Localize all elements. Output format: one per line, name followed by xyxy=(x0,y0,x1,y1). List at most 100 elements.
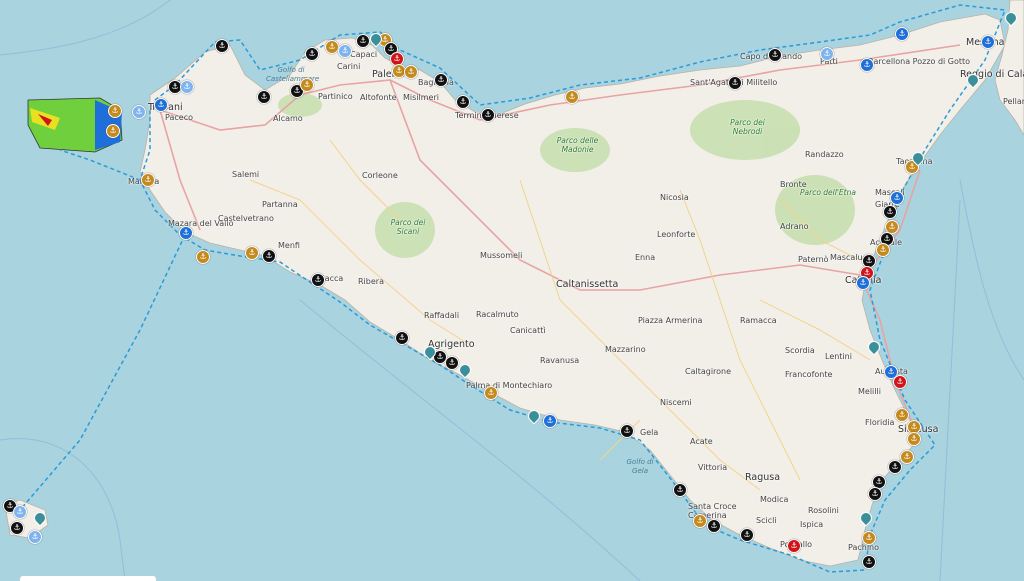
attribution-bar xyxy=(20,576,156,581)
place-label: Ramacca xyxy=(740,316,777,325)
place-label: Caltagirone xyxy=(685,367,732,376)
place-label: Canicattì xyxy=(510,326,546,335)
anchor-icon[interactable]: ⚓ xyxy=(356,34,370,48)
anchor-icon[interactable]: ⚓ xyxy=(154,98,168,112)
anchor-icon[interactable]: ⚓ xyxy=(300,78,314,92)
anchor-icon[interactable]: ⚓ xyxy=(620,424,634,438)
anchor-icon[interactable]: ⚓ xyxy=(132,105,146,119)
anchor-icon[interactable]: ⚓ xyxy=(445,356,459,370)
place-label: Menfi xyxy=(278,241,300,250)
anchor-icon[interactable]: ⚓ xyxy=(673,483,687,497)
anchor-icon[interactable]: ⚓ xyxy=(481,108,495,122)
map-view[interactable]: Trapani Paceco Alcamo Partinico Carini C… xyxy=(0,0,1024,581)
place-label: Niscemi xyxy=(660,398,692,407)
place-label: Partanna xyxy=(262,200,298,209)
anchor-icon[interactable]: ⚓ xyxy=(856,276,870,290)
anchor-icon[interactable]: ⚓ xyxy=(888,460,902,474)
place-label: Capaci xyxy=(350,50,378,59)
anchor-icon[interactable]: ⚓ xyxy=(404,65,418,79)
anchor-icon[interactable]: ⚓ xyxy=(305,47,319,61)
anchor-icon[interactable]: ⚓ xyxy=(907,432,921,446)
anchor-icon[interactable]: ⚓ xyxy=(768,48,782,62)
place-label: Misilmeri xyxy=(403,93,439,102)
anchor-icon[interactable]: ⚓ xyxy=(434,73,448,87)
anchor-icon[interactable]: ⚓ xyxy=(728,76,742,90)
anchor-icon[interactable]: ⚓ xyxy=(895,27,909,41)
place-label: Salemi xyxy=(232,170,260,179)
anchor-icon[interactable]: ⚓ xyxy=(13,505,27,519)
anchor-icon[interactable]: ⚓ xyxy=(456,95,470,109)
place-label: Floridia xyxy=(865,418,895,427)
anchor-icon[interactable]: ⚓ xyxy=(862,555,876,569)
anchor-icon[interactable]: ⚓ xyxy=(883,205,897,219)
place-label: Ravanusa xyxy=(540,356,580,365)
anchor-icon[interactable]: ⚓ xyxy=(179,226,193,240)
place-label: Nicosia xyxy=(660,193,689,202)
anchor-icon[interactable]: ⚓ xyxy=(215,39,229,53)
place-label: Adrano xyxy=(780,222,809,231)
sea-label: Golfo di Gela xyxy=(626,458,654,475)
anchor-icon[interactable]: ⚓ xyxy=(876,243,890,257)
place-label: Castelvetrano xyxy=(218,214,274,223)
anchor-icon[interactable]: ⚓ xyxy=(820,47,834,61)
place-label: Ribera xyxy=(358,277,384,286)
anchor-icon[interactable]: ⚓ xyxy=(257,90,271,104)
anchor-icon[interactable]: ⚓ xyxy=(890,191,904,205)
place-label: Palma di Montechiaro xyxy=(466,381,553,390)
place-label: Vittoria xyxy=(698,463,728,472)
anchor-icon[interactable]: ⚓ xyxy=(395,331,409,345)
place-label: Raffadali xyxy=(424,311,460,320)
place-label: Paceco xyxy=(165,113,193,122)
anchor-icon[interactable]: ⚓ xyxy=(245,246,259,260)
anchor-icon[interactable]: ⚓ xyxy=(787,539,801,553)
park-label: Parco dei Nebrodi xyxy=(730,118,765,136)
place-label: Randazzo xyxy=(805,150,844,159)
place-label: Ispica xyxy=(800,520,824,529)
place-label: Enna xyxy=(635,253,656,262)
place-label: Racalmuto xyxy=(476,310,519,319)
anchor-icon[interactable]: ⚓ xyxy=(484,386,498,400)
anchor-icon[interactable]: ⚓ xyxy=(10,521,24,535)
park-label: Parco dell'Etna xyxy=(800,188,856,197)
anchor-icon[interactable]: ⚓ xyxy=(900,450,914,464)
place-label: Carini xyxy=(337,62,361,71)
place-label: Scordia xyxy=(785,346,815,355)
park-label: Parco delle Madonie xyxy=(556,136,599,154)
place-label: Piazza Armerina xyxy=(638,316,703,325)
anchor-icon[interactable]: ⚓ xyxy=(28,530,42,544)
anchor-icon[interactable]: ⚓ xyxy=(543,414,557,428)
anchor-icon[interactable]: ⚓ xyxy=(565,90,579,104)
anchor-icon[interactable]: ⚓ xyxy=(981,35,995,49)
anchor-icon[interactable]: ⚓ xyxy=(693,514,707,528)
place-label: Francofonte xyxy=(785,370,833,379)
place-label: Mussomeli xyxy=(480,251,523,260)
place-label: Altofonte xyxy=(360,93,397,102)
place-label: Scicli xyxy=(756,516,777,525)
anchor-icon[interactable]: ⚓ xyxy=(338,44,352,58)
anchor-icon[interactable]: ⚓ xyxy=(895,408,909,422)
place-label: Corleone xyxy=(362,171,398,180)
anchor-icon[interactable]: ⚓ xyxy=(868,487,882,501)
anchor-icon[interactable]: ⚓ xyxy=(707,519,721,533)
place-label: Barcellona Pozzo di Gotto xyxy=(868,57,971,66)
anchor-icon[interactable]: ⚓ xyxy=(325,40,339,54)
place-label: Acate xyxy=(690,437,713,446)
place-label: Rosolini xyxy=(808,506,839,515)
anchor-icon[interactable]: ⚓ xyxy=(108,104,122,118)
anchor-icon[interactable]: ⚓ xyxy=(180,80,194,94)
anchor-icon[interactable]: ⚓ xyxy=(862,531,876,545)
place-label: Partinico xyxy=(318,92,353,101)
anchor-icon[interactable]: ⚓ xyxy=(311,273,325,287)
anchor-icon[interactable]: ⚓ xyxy=(106,124,120,138)
place-label: Pellaro xyxy=(1003,97,1024,106)
place-label: Leonforte xyxy=(657,230,696,239)
place-label: Alcamo xyxy=(273,114,303,123)
anchor-icon[interactable]: ⚓ xyxy=(860,58,874,72)
place-label: Gela xyxy=(640,428,659,437)
anchor-icon[interactable]: ⚓ xyxy=(740,528,754,542)
anchor-icon[interactable]: ⚓ xyxy=(262,249,276,263)
anchor-icon[interactable]: ⚓ xyxy=(141,173,155,187)
anchor-icon[interactable]: ⚓ xyxy=(893,375,907,389)
anchor-icon[interactable]: ⚓ xyxy=(196,250,210,264)
place-label: Ragusa xyxy=(745,472,781,483)
